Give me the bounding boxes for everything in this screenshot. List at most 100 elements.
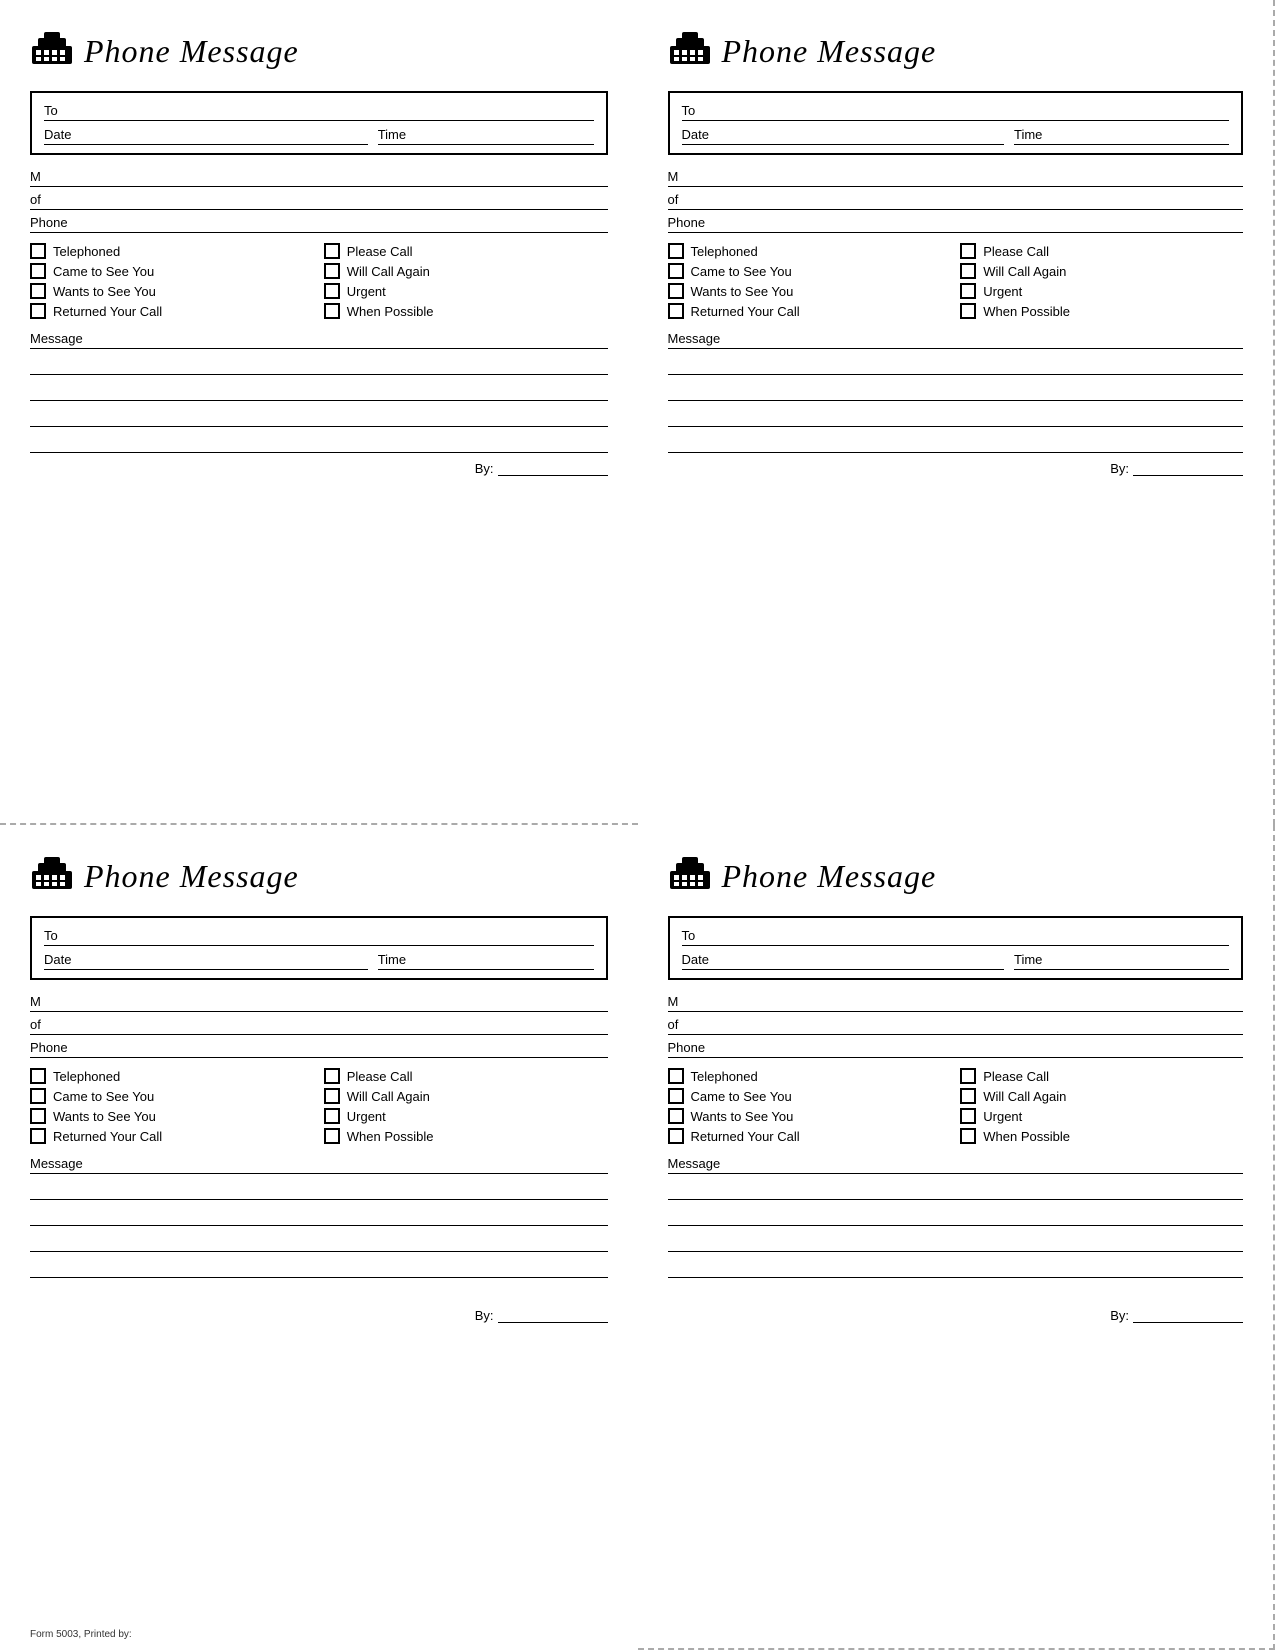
checkbox-came-4[interactable]: Came to See You [668,1088,951,1104]
checkbox-wants-4[interactable]: Wants to See You [668,1108,951,1124]
checkbox-box[interactable] [30,283,46,299]
phone-row-3: Phone [30,1040,608,1058]
checkbox-box[interactable] [960,1068,976,1084]
phone-message-card-1: Phone Message To Date Time M of Ph [0,0,638,825]
checkbox-when-possible-3[interactable]: When Possible [324,1128,608,1144]
checkbox-box[interactable] [30,1128,46,1144]
time-label-1: Time [378,127,406,142]
by-row-2: By: [668,461,1244,476]
checkbox-box[interactable] [324,1108,340,1124]
card-title-2: Phone Message [722,33,937,70]
checkbox-when-possible-4[interactable]: When Possible [960,1128,1243,1144]
checkbox-box[interactable] [30,243,46,259]
checkbox-box[interactable] [668,263,684,279]
to-label-1: To [44,103,58,118]
checkbox-box[interactable] [324,283,340,299]
checkbox-label: Wants to See You [691,1109,794,1124]
checkbox-telephoned-3[interactable]: Telephoned [30,1068,314,1084]
checkbox-wants-2[interactable]: Wants to See You [668,283,951,299]
phone-row-2: Phone [668,215,1244,233]
checkbox-will-call-2[interactable]: Will Call Again [960,263,1243,279]
checkbox-box[interactable] [324,1088,340,1104]
checkbox-box[interactable] [668,1088,684,1104]
of-row-2: of [668,192,1244,210]
checkbox-telephoned-4[interactable]: Telephoned [668,1068,951,1084]
checkbox-box[interactable] [960,1108,976,1124]
message-label-3: Message [30,1156,83,1171]
checkbox-will-call-3[interactable]: Will Call Again [324,1088,608,1104]
checkbox-box[interactable] [30,1068,46,1084]
to-row-3: To [44,928,594,946]
phone-label-2: Phone [668,215,706,230]
checkbox-box[interactable] [324,303,340,319]
checkbox-when-possible-2[interactable]: When Possible [960,303,1243,319]
checkbox-box[interactable] [324,1128,340,1144]
by-line-2 [1133,475,1243,476]
checkbox-box[interactable] [668,1128,684,1144]
message-row-3: Message [30,1156,608,1174]
checkbox-label: Urgent [347,284,386,299]
checkbox-box[interactable] [668,1068,684,1084]
checkbox-wants-1[interactable]: Wants to See You [30,283,314,299]
message-label-4: Message [668,1156,721,1171]
checkbox-label: Telephoned [53,1069,120,1084]
checkbox-box[interactable] [668,1108,684,1124]
checkbox-box[interactable] [668,243,684,259]
checkbox-box[interactable] [324,243,340,259]
card-header-1: Phone Message [30,28,608,75]
checkbox-box[interactable] [960,303,976,319]
checkbox-urgent-2[interactable]: Urgent [960,283,1243,299]
checkbox-box[interactable] [30,303,46,319]
m-row-3: M [30,994,608,1012]
checkbox-label: Will Call Again [983,1089,1066,1104]
checkbox-label: Will Call Again [347,264,430,279]
card-header-3: Phone Message [30,853,608,900]
checkbox-box[interactable] [30,263,46,279]
checkbox-box[interactable] [30,1108,46,1124]
checkbox-came-2[interactable]: Came to See You [668,263,951,279]
checkbox-urgent-1[interactable]: Urgent [324,283,608,299]
checkbox-returned-2[interactable]: Returned Your Call [668,303,951,319]
info-box-1: To Date Time [30,91,608,155]
checkbox-label: When Possible [347,1129,434,1144]
checkbox-telephoned-2[interactable]: Telephoned [668,243,951,259]
checkbox-box[interactable] [668,303,684,319]
checkbox-label: When Possible [983,304,1070,319]
fields-section-4: M of Phone [668,994,1244,1058]
checkbox-box[interactable] [960,1088,976,1104]
info-box-3: To Date Time [30,916,608,980]
checkbox-returned-1[interactable]: Returned Your Call [30,303,314,319]
checkbox-urgent-3[interactable]: Urgent [324,1108,608,1124]
checkbox-box[interactable] [30,1088,46,1104]
checkbox-wants-3[interactable]: Wants to See You [30,1108,314,1124]
checkbox-box[interactable] [960,243,976,259]
of-label-2: of [668,192,679,207]
checkbox-came-3[interactable]: Came to See You [30,1088,314,1104]
checkbox-label: Will Call Again [983,264,1066,279]
date-label-4: Date [682,952,709,967]
checkbox-please-call-3[interactable]: Please Call [324,1068,608,1084]
of-row-1: of [30,192,608,210]
checkbox-telephoned-1[interactable]: Telephoned [30,243,314,259]
checkbox-returned-3[interactable]: Returned Your Call [30,1128,314,1144]
checkbox-came-1[interactable]: Came to See You [30,263,314,279]
checkbox-returned-4[interactable]: Returned Your Call [668,1128,951,1144]
checkbox-will-call-1[interactable]: Will Call Again [324,263,608,279]
checkbox-please-call-4[interactable]: Please Call [960,1068,1243,1084]
checkbox-label: Returned Your Call [53,1129,162,1144]
checkbox-when-possible-1[interactable]: When Possible [324,303,608,319]
checkbox-label: Please Call [347,1069,413,1084]
checkbox-box[interactable] [668,283,684,299]
checkbox-box[interactable] [960,263,976,279]
info-box-2: To Date Time [668,91,1244,155]
checkbox-box[interactable] [324,1068,340,1084]
date-time-row-1: Date Time [44,127,594,145]
checkbox-box[interactable] [960,283,976,299]
checkbox-please-call-1[interactable]: Please Call [324,243,608,259]
checkbox-will-call-4[interactable]: Will Call Again [960,1088,1243,1104]
checkbox-urgent-4[interactable]: Urgent [960,1108,1243,1124]
checkbox-box[interactable] [324,263,340,279]
of-label-3: of [30,1017,41,1032]
checkbox-box[interactable] [960,1128,976,1144]
checkbox-please-call-2[interactable]: Please Call [960,243,1243,259]
